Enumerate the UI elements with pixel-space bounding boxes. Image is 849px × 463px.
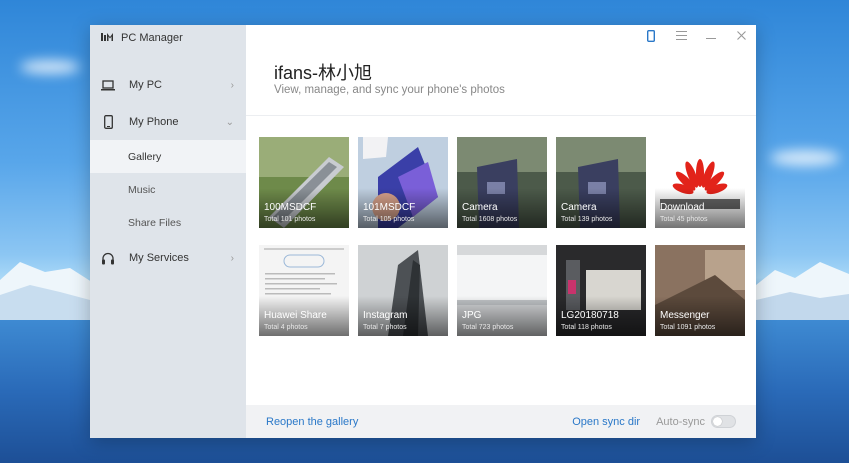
album-tile[interactable]: 100MSDCF Total 101 photos — [259, 137, 349, 228]
album-grid: 100MSDCF Total 101 photos 101MSDCF Total… — [259, 137, 745, 336]
sidebar-item-my-services[interactable]: My Services › — [90, 241, 246, 275]
sidebar-item-my-pc[interactable]: My PC › — [90, 68, 246, 102]
phone-icon[interactable] — [644, 29, 658, 45]
main-panel: ifans-林小旭 View, manage, and sync your ph… — [246, 25, 756, 438]
phone-icon — [100, 114, 116, 130]
window-controls — [644, 29, 748, 45]
album-name: 100MSDCF — [264, 202, 317, 213]
sidebar-item-my-phone[interactable]: My Phone ⌄ — [90, 105, 246, 139]
album-name: Huawei Share — [264, 310, 327, 321]
album-count: Total 723 photos — [462, 324, 514, 331]
album-name: JPG — [462, 310, 482, 321]
sidebar: PC Manager My PC › My Phone ⌄ Gallery Mu… — [90, 25, 246, 438]
close-icon[interactable] — [734, 31, 748, 43]
album-tile[interactable]: LG20180718 Total 118 photos — [556, 245, 646, 336]
chevron-right-icon: › — [230, 252, 234, 264]
reopen-gallery-link[interactable]: Reopen the gallery — [266, 416, 358, 428]
album-name: Messenger — [660, 310, 710, 321]
app-title: PC Manager — [121, 32, 183, 44]
open-sync-dir-link[interactable]: Open sync dir — [572, 416, 640, 428]
sidebar-item-label: My PC — [129, 79, 162, 91]
footer-bar: Reopen the gallery Open sync dir Auto-sy… — [246, 405, 756, 438]
app-brand: PC Manager — [90, 25, 246, 51]
album-tile[interactable]: Messenger Total 1091 photos — [655, 245, 745, 336]
album-name: Instagram — [363, 310, 408, 321]
page-title: ifans-林小旭 — [274, 63, 373, 83]
sidebar-subitem-gallery[interactable]: Gallery — [90, 140, 246, 173]
chevron-down-icon: ⌄ — [225, 116, 234, 128]
huawei-pc-manager-logo — [101, 32, 114, 45]
chevron-right-icon: › — [230, 79, 234, 91]
album-count: Total 1091 photos — [660, 324, 716, 331]
album-tile[interactable]: Camera Total 1608 photos — [457, 137, 547, 228]
headset-icon — [100, 250, 116, 266]
album-name: 101MSDCF — [363, 202, 416, 213]
sidebar-item-label: My Services — [129, 252, 189, 264]
album-count: Total 4 photos — [264, 324, 308, 331]
album-tile[interactable]: JPG Total 723 photos — [457, 245, 547, 336]
minimize-icon[interactable] — [704, 31, 718, 43]
page-subtitle: View, manage, and sync your phone's phot… — [274, 84, 505, 96]
album-tile[interactable]: Camera Total 139 photos — [556, 137, 646, 228]
sidebar-subitem-music[interactable]: Music — [90, 173, 246, 206]
album-count: Total 105 photos — [363, 216, 415, 223]
album-count: Total 45 photos — [660, 216, 708, 223]
sidebar-subitem-share-files[interactable]: Share Files — [90, 206, 246, 239]
laptop-icon — [100, 77, 116, 93]
album-name: Download — [660, 202, 705, 213]
album-name: Camera — [462, 202, 498, 213]
auto-sync-toggle[interactable] — [711, 415, 736, 428]
album-tile[interactable]: 101MSDCF Total 105 photos — [358, 137, 448, 228]
menu-icon[interactable] — [674, 31, 688, 43]
header-divider — [246, 115, 756, 116]
album-count: Total 101 photos — [264, 216, 316, 223]
album-count: Total 118 photos — [561, 324, 612, 331]
pc-manager-window: PC Manager My PC › My Phone ⌄ Gallery Mu… — [90, 25, 756, 438]
desktop-cloud — [770, 150, 840, 166]
auto-sync-label: Auto-sync — [656, 415, 705, 428]
album-count: Total 1608 photos — [462, 216, 518, 223]
album-tile[interactable]: Huawei Share Total 4 photos — [259, 245, 349, 336]
sidebar-item-label: My Phone — [129, 116, 179, 128]
album-count: Total 7 photos — [363, 324, 407, 331]
album-name: Camera — [561, 202, 597, 213]
album-tile[interactable]: Download Total 45 photos — [655, 137, 745, 228]
toggle-knob — [713, 417, 722, 426]
desktop-cloud — [20, 60, 80, 74]
album-count: Total 139 photos — [561, 216, 613, 223]
album-tile[interactable]: Instagram Total 7 photos — [358, 245, 448, 336]
album-name: LG20180718 — [561, 310, 619, 321]
